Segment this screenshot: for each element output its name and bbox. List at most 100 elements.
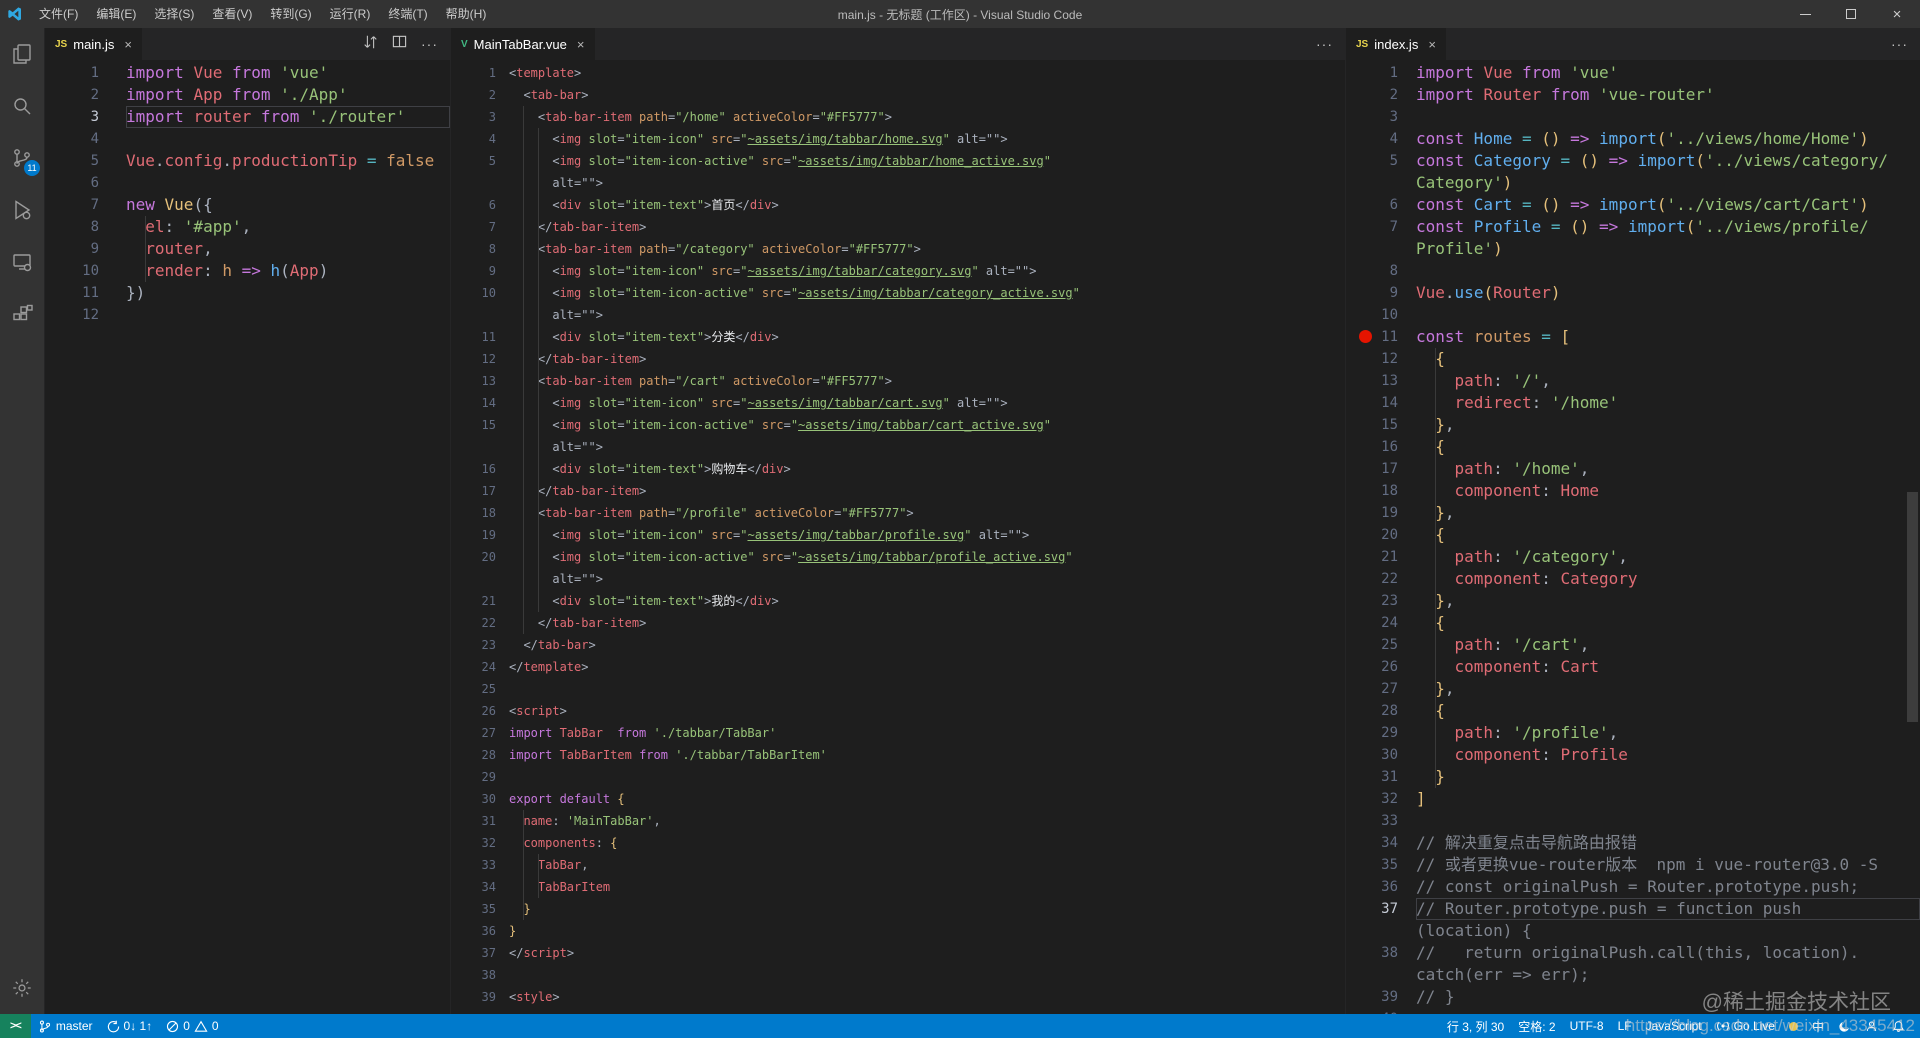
tab-maintabbar-vue[interactable]: V MainTabBar.vue × — [451, 28, 596, 60]
code-row: 37// Router.prototype.push = function pu… — [1346, 898, 1920, 920]
vscode-window: 文件(F) 编辑(E) 选择(S) 查看(V) 转到(G) 运行(R) 终端(T… — [0, 0, 1920, 1038]
more-actions-icon[interactable]: ··· — [1316, 36, 1333, 52]
code-row: 11}) — [82, 283, 146, 302]
menu-view[interactable]: 查看(V) — [203, 0, 261, 28]
code-row: 32] — [1381, 789, 1426, 808]
code-row: 9 <img slot="item-icon" src="~assets/img… — [488, 264, 1037, 278]
js-file-icon: JS — [55, 38, 68, 50]
menu-selection[interactable]: 选择(S) — [145, 0, 203, 28]
code-row: 22 </tab-bar-item> — [481, 616, 647, 630]
code-row: 36// const originalPush = Router.prototy… — [1381, 877, 1860, 896]
more-actions-icon[interactable]: ··· — [1891, 36, 1908, 52]
menu-file[interactable]: 文件(F) — [30, 0, 87, 28]
open-changes-icon[interactable] — [363, 34, 378, 55]
code-row: (location) { — [1416, 921, 1532, 940]
go-live-item[interactable]: Go Live — [1709, 1014, 1782, 1038]
code-row: 27 import TabBar from './tabbar/TabBar' — [481, 726, 777, 740]
ime-indicator[interactable]: 中 — [1805, 1014, 1831, 1038]
code-row: 32 components: { — [481, 836, 618, 850]
code-row: 26 component: Cart — [1381, 657, 1600, 676]
scm-badge: 11 — [24, 160, 40, 176]
scrollbar-thumb[interactable] — [1907, 492, 1918, 722]
source-control-icon[interactable]: 11 — [0, 132, 44, 184]
code-row: 22 component: Category — [1381, 569, 1638, 588]
broadcast-icon — [1716, 1021, 1729, 1031]
prettier-dot-icon[interactable] — [1782, 1014, 1805, 1038]
problems-item[interactable]: 0 0 — [159, 1014, 225, 1038]
remote-indicator[interactable]: >< — [0, 1014, 31, 1038]
code-row: 1 import Vue from 'vue' — [1389, 63, 1619, 82]
explorer-icon[interactable] — [0, 28, 44, 80]
bell-icon[interactable] — [1885, 1014, 1912, 1038]
code-row: 5 const Category = () => import('../views… — [1389, 151, 1889, 170]
code-row: 18 component: Home — [1381, 481, 1600, 500]
language-mode[interactable]: JavaScript — [1639, 1014, 1709, 1038]
more-actions-icon[interactable]: ··· — [421, 36, 438, 52]
menu-go[interactable]: 转到(G) — [261, 0, 320, 28]
encoding[interactable]: UTF-8 — [1563, 1014, 1611, 1038]
code-row: 26 <script> — [481, 704, 567, 718]
moon-icon[interactable] — [1831, 1014, 1858, 1038]
indentation[interactable]: 空格: 2 — [1511, 1014, 1562, 1038]
tab-strip-left: JS main.js × ··· — [45, 28, 450, 60]
menu-help[interactable]: 帮助(H) — [437, 0, 496, 28]
code-row: 3 — [1389, 109, 1398, 125]
code-row: 27 }, — [1381, 679, 1455, 698]
run-debug-icon[interactable] — [0, 184, 44, 236]
sync-item[interactable]: 0↓ 1↑ — [100, 1014, 160, 1038]
tab-close-icon[interactable]: × — [577, 37, 585, 52]
tab-label: index.js — [1374, 36, 1419, 52]
menu-run[interactable]: 运行(R) — [321, 0, 380, 28]
code-row: 1 <template> — [488, 66, 582, 80]
code-row: 3 import router from './router' — [45, 106, 450, 128]
eol[interactable]: LF — [1611, 1014, 1639, 1038]
breakpoint-icon[interactable] — [1359, 330, 1372, 343]
warning-icon — [194, 1020, 208, 1032]
code-editor-main-js[interactable]: 1 import Vue from 'vue' 2 import App from '… — [45, 60, 450, 1014]
cursor-position[interactable]: 行 3, 列 30 — [1440, 1014, 1511, 1038]
search-icon[interactable] — [0, 80, 44, 132]
code-row: 30 component: Profile — [1381, 745, 1628, 764]
code-row: 23 }, — [1381, 591, 1455, 610]
code-row: 33 — [1381, 813, 1398, 829]
tab-index-js[interactable]: JS index.js × — [1346, 28, 1447, 60]
split-editor-icon[interactable] — [392, 34, 407, 54]
tab-main-js[interactable]: JS main.js × — [45, 28, 144, 60]
js-file-icon: JS — [1356, 38, 1369, 50]
code-row: 29 — [481, 770, 496, 784]
code-row: 2 <tab-bar> — [488, 88, 589, 102]
extensions-icon[interactable] — [0, 288, 44, 340]
code-row: 35 } — [481, 902, 531, 916]
code-row: 37 </script> — [481, 946, 575, 960]
window-controls: × — [1782, 0, 1920, 28]
editor-actions-right: ··· — [1891, 28, 1920, 60]
code-row: 4 <img slot="item-icon" src="~assets/img… — [488, 132, 1008, 146]
remote-explorer-icon[interactable] — [0, 236, 44, 288]
code-row: 14 <img slot="item-icon" src="~assets/im… — [481, 396, 1008, 410]
code-row: 18 <tab-bar-item path="/profile" activeC… — [481, 506, 914, 520]
tab-close-icon[interactable]: × — [124, 37, 132, 52]
code-row: 6 <div slot="item-text">首页</div> — [488, 198, 779, 212]
code-editor-index-js[interactable]: 1 import Vue from 'vue' 2 import Router fro… — [1346, 60, 1920, 1014]
restore-button[interactable] — [1828, 0, 1874, 28]
menu-terminal[interactable]: 终端(T) — [379, 0, 436, 28]
code-row: 24 { — [1381, 613, 1445, 632]
git-branch-item[interactable]: master — [31, 1014, 100, 1038]
code-row: catch(err => err); — [1416, 965, 1590, 984]
vue-file-icon: V — [461, 38, 468, 50]
code-row: 28 { — [1381, 701, 1445, 720]
close-button[interactable]: × — [1874, 0, 1920, 28]
code-row: Profile') — [1416, 239, 1503, 258]
settings-gear-icon[interactable] — [0, 962, 44, 1014]
menu-edit[interactable]: 编辑(E) — [87, 0, 145, 28]
code-row: 7 </tab-bar-item> — [488, 220, 647, 234]
minimize-button[interactable] — [1782, 0, 1828, 28]
tab-strip-middle: V MainTabBar.vue × ··· — [451, 28, 1345, 60]
person-icon[interactable] — [1858, 1014, 1885, 1038]
code-row: 17 </tab-bar-item> — [481, 484, 647, 498]
code-editor-maintabbar-vue[interactable]: 1 <template> 2 <tab-bar> 3 <tab-bar-item pa… — [451, 60, 1345, 1014]
tab-close-icon[interactable]: × — [1428, 37, 1436, 52]
editor-actions-middle: ··· — [1316, 28, 1345, 60]
editor-group-main-js: JS main.js × ··· 1 import Vue from 'vue' 2… — [44, 28, 450, 1014]
code-row: alt=""> — [509, 176, 603, 190]
